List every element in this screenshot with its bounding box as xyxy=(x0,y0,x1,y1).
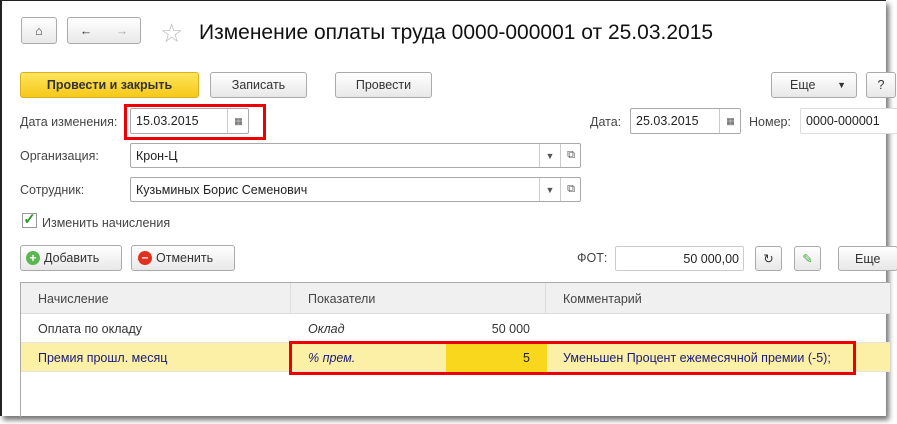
date-value: 25.03.2015 xyxy=(636,114,699,128)
refresh-icon: ↻ xyxy=(763,252,774,266)
change-date-label: Дата изменения: xyxy=(20,115,118,129)
post-and-close-button[interactable]: Провести и закрыть xyxy=(20,72,199,98)
org-input[interactable]: Крон-Ц ▼ ⧉ xyxy=(130,143,581,168)
header-accrual[interactable]: Начисление xyxy=(21,283,291,314)
dropdown-icon[interactable]: ▼ xyxy=(539,144,560,167)
indicator-cell: Оклад xyxy=(308,321,345,336)
home-button[interactable]: ⌂ xyxy=(21,17,57,44)
highlight-box xyxy=(124,104,266,140)
org-value: Крон-Ц xyxy=(136,148,178,163)
table-more-button[interactable]: Еще xyxy=(838,246,897,271)
dropdown-icon[interactable]: ▼ xyxy=(539,178,560,201)
change-accruals-checkbox[interactable]: ✓ xyxy=(22,212,37,228)
value-cell[interactable]: 50 000 xyxy=(445,314,530,343)
nav-buttons: ← → xyxy=(67,17,141,44)
table-row[interactable]: Оплата по окладу Оклад 50 000 xyxy=(21,314,890,343)
refresh-button[interactable]: ↻ xyxy=(755,246,782,271)
date-input[interactable]: 25.03.2015 ▦ xyxy=(630,108,741,134)
employee-value: Кузьминых Борис Семенович xyxy=(136,182,308,197)
minus-icon: – xyxy=(138,251,152,265)
save-button[interactable]: Записать xyxy=(210,72,307,98)
number-input[interactable]: 0000-000001 xyxy=(800,108,897,134)
open-icon[interactable]: ⧉ xyxy=(560,178,581,201)
post-button[interactable]: Провести xyxy=(335,72,432,98)
fot-input[interactable]: 50 000,00 xyxy=(615,246,744,271)
fot-label: ФОТ: xyxy=(577,251,608,265)
cancel-button[interactable]: – Отменить xyxy=(131,245,235,271)
forward-arrow-icon[interactable]: → xyxy=(116,24,129,38)
employee-input[interactable]: Кузьминых Борис Семенович ▼ ⧉ xyxy=(130,177,581,202)
org-label: Организация: xyxy=(20,149,99,163)
page-title: Изменение оплаты труда 0000-000001 от 25… xyxy=(199,21,714,44)
add-label: Добавить xyxy=(44,251,100,265)
header-indicators[interactable]: Показатели xyxy=(291,283,546,314)
more-label: Еще xyxy=(790,78,816,92)
document-window: ⌂ ← → ☆ Изменение оплаты труда 0000-00000… xyxy=(0,0,897,417)
calendar-icon[interactable]: ▦ xyxy=(719,109,741,133)
accrual-cell: Оплата по окладу xyxy=(38,321,143,336)
header-comment[interactable]: Комментарий xyxy=(546,283,891,314)
pencil-icon: ✎ xyxy=(802,252,813,266)
accrual-cell: Премия прошл. месяц xyxy=(38,350,168,365)
cancel-label: Отменить xyxy=(156,251,214,265)
home-icon: ⌂ xyxy=(35,23,43,38)
back-arrow-icon[interactable]: ← xyxy=(80,24,93,38)
plus-icon: + xyxy=(26,251,40,265)
help-button[interactable]: ? xyxy=(866,72,896,98)
open-icon[interactable]: ⧉ xyxy=(560,144,581,167)
employee-label: Сотрудник: xyxy=(20,183,85,197)
change-accruals-label: Изменить начисления xyxy=(42,216,171,230)
add-button[interactable]: + Добавить xyxy=(20,245,122,271)
more-button[interactable]: Еще ▼ xyxy=(771,72,857,98)
favorite-star-icon[interactable]: ☆ xyxy=(160,18,183,49)
dropdown-arrow-icon: ▼ xyxy=(837,80,846,90)
highlight-box xyxy=(289,341,856,375)
edit-button[interactable]: ✎ xyxy=(794,246,821,271)
table-header: Начисление Показатели Комментарий xyxy=(21,283,890,314)
number-label: Номер: xyxy=(749,115,791,129)
date-label: Дата: xyxy=(590,115,622,129)
